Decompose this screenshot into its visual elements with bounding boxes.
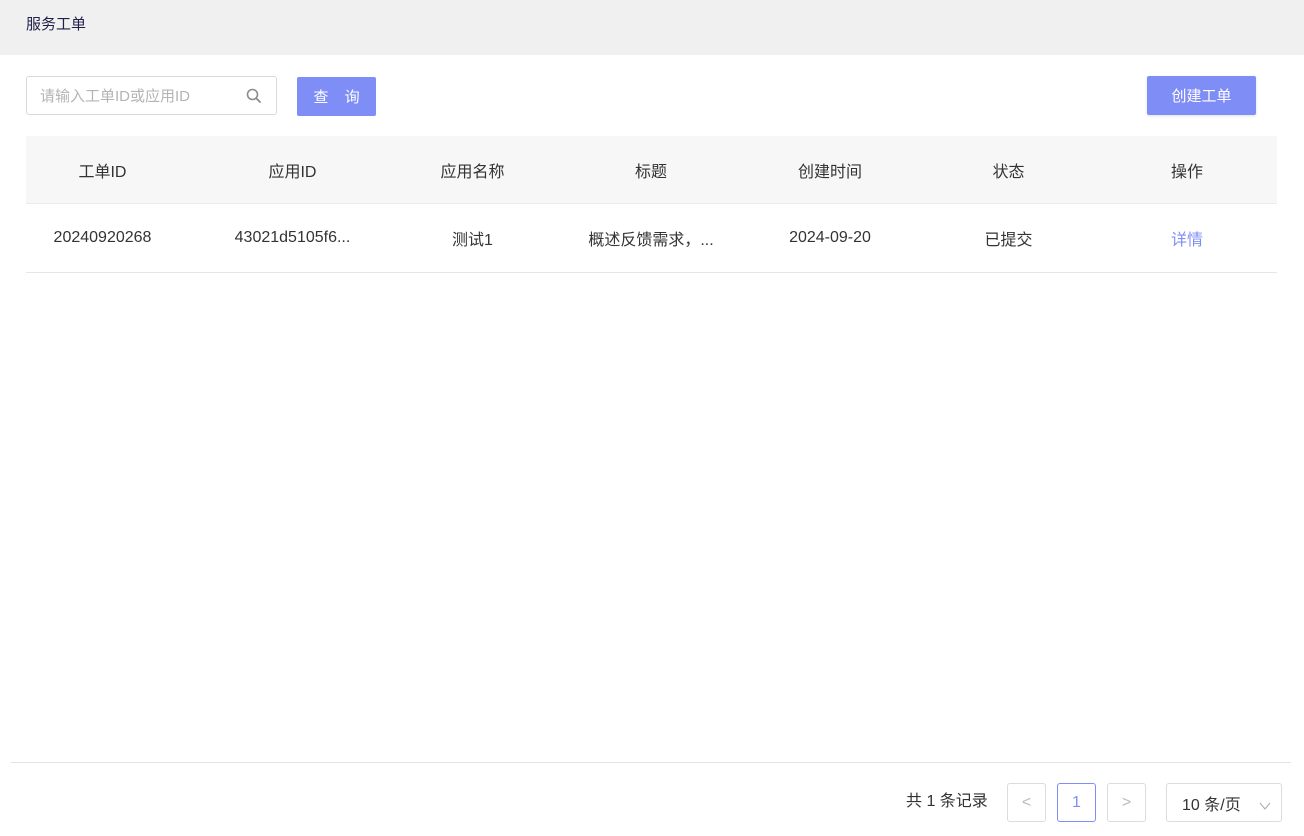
page-header: 服务工单	[0, 0, 1304, 55]
cell-title: 概述反馈需求，...	[588, 232, 714, 249]
page-title: 服务工单	[26, 16, 87, 33]
cell-app-id: 43021d5105f6...	[234, 229, 351, 246]
page-size-label: 10 条/页	[1182, 796, 1241, 814]
next-page-button[interactable]: >	[1107, 783, 1146, 822]
column-header-status: 状态	[992, 163, 1025, 181]
total-records: 共 1 条记录	[906, 793, 988, 810]
table-row: 20240920268 43021d5105f6... 测试1 概述反馈需求，.…	[26, 204, 1277, 273]
query-button[interactable]: 查 询	[297, 77, 376, 116]
search-icon[interactable]	[245, 87, 263, 105]
column-header-app-id: 应用ID	[268, 163, 317, 181]
column-header-ticket-id: 工单ID	[78, 163, 127, 181]
search-box	[26, 76, 277, 115]
cell-app-name: 测试1	[452, 232, 493, 249]
cell-status: 已提交	[984, 232, 1033, 249]
page-size-select[interactable]: 10 条/页	[1166, 783, 1282, 822]
cell-ticket-id: 20240920268	[53, 229, 152, 246]
column-header-created-time: 创建时间	[797, 163, 862, 181]
chevron-right-icon: >	[1121, 793, 1132, 811]
column-header-app-name: 应用名称	[440, 163, 505, 181]
page-number-button[interactable]: 1	[1057, 783, 1096, 822]
chevron-left-icon: <	[1021, 793, 1032, 811]
ticket-table: 工单ID 应用ID 应用名称 标题 创建时间 状态 操作 20240920268…	[26, 136, 1277, 273]
column-header-action: 操作	[1170, 163, 1203, 181]
cell-created-time: 2024-09-20	[789, 229, 871, 246]
cell-action: 详情	[1120, 204, 1254, 272]
column-header-title: 标题	[634, 163, 667, 181]
create-ticket-button[interactable]: 创建工单	[1147, 76, 1256, 115]
table-header: 工单ID 应用ID 应用名称 标题 创建时间 状态 操作	[26, 136, 1277, 204]
footer-divider	[11, 762, 1291, 763]
chevron-down-icon	[1259, 798, 1271, 810]
search-input[interactable]	[40, 86, 240, 106]
prev-page-button[interactable]: <	[1007, 783, 1046, 822]
details-link[interactable]: 详情	[1171, 226, 1203, 250]
